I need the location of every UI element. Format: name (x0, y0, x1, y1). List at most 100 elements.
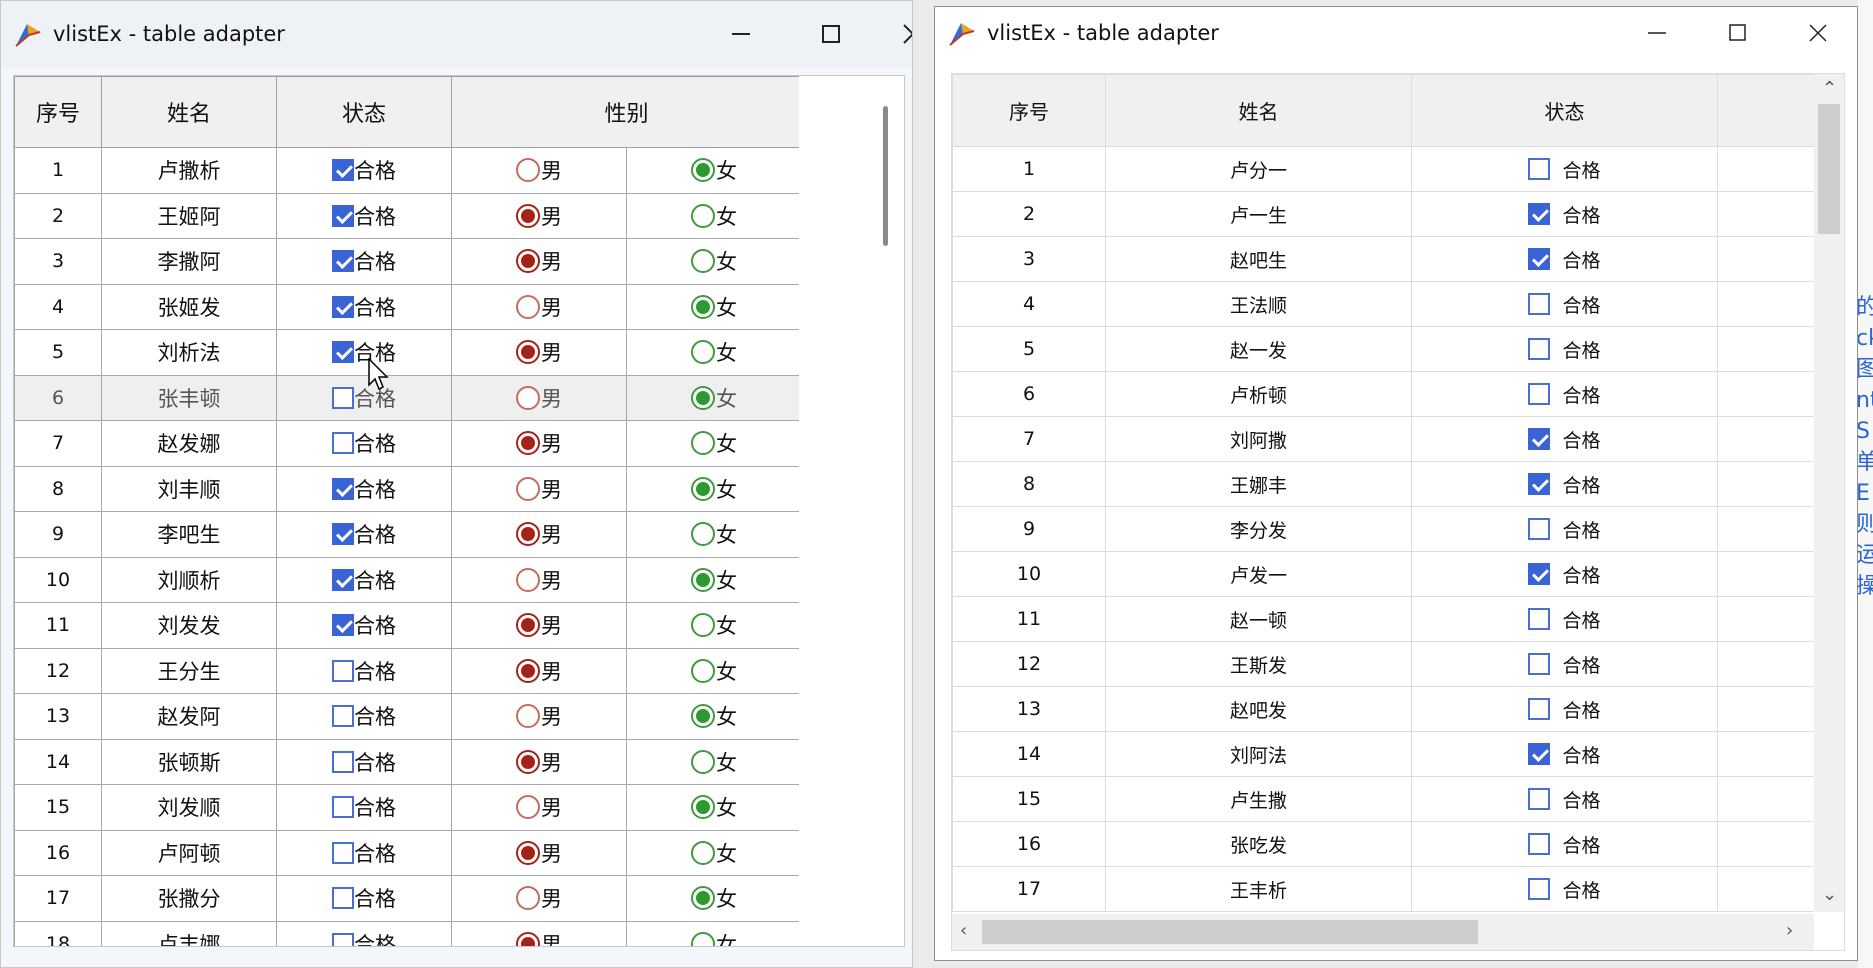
horizontal-scrollbar-thumb[interactable] (982, 920, 1478, 944)
female-radio[interactable] (691, 795, 715, 820)
qualified-checkbox[interactable] (332, 841, 354, 864)
table-row[interactable]: 2 卢一生 合格 (952, 191, 1818, 237)
title-bar[interactable]: vlistEx - table adapter (935, 7, 1857, 59)
male-radio[interactable] (516, 340, 540, 365)
table-row[interactable]: 5 刘析法 合格 男 女 (14, 329, 802, 376)
qualified-checkbox[interactable] (332, 386, 354, 409)
qualified-checkbox[interactable] (1528, 788, 1551, 810)
background-link[interactable]: nt (1858, 385, 1873, 416)
male-radio[interactable] (516, 749, 540, 774)
female-radio[interactable] (691, 567, 715, 592)
male-radio[interactable] (516, 795, 540, 820)
table-row[interactable]: 11 赵一顿 合格 (952, 596, 1818, 642)
table-row[interactable]: 9 李吧生 合格 男 女 (14, 511, 802, 558)
column-header-name[interactable]: 姓名 (101, 76, 277, 148)
vertical-scrollbar[interactable] (799, 76, 901, 946)
minimize-button[interactable] (1617, 7, 1697, 59)
background-link[interactable]: 则 (1858, 509, 1873, 540)
male-radio[interactable] (516, 294, 540, 319)
table-row[interactable]: 8 王娜丰 合格 (952, 461, 1818, 507)
maximize-button[interactable] (791, 1, 871, 67)
background-link[interactable]: ck (1858, 323, 1873, 354)
table-row[interactable]: 10 刘顺析 合格 男 女 (14, 556, 802, 603)
female-radio[interactable] (691, 158, 715, 183)
table-row[interactable]: 12 王分生 合格 男 女 (14, 647, 802, 694)
table-row[interactable]: 3 赵吧生 合格 (952, 236, 1818, 282)
qualified-checkbox[interactable] (1528, 518, 1551, 540)
table-row[interactable]: 11 刘发发 合格 男 女 (14, 602, 802, 649)
table-row[interactable]: 7 赵发娜 合格 男 女 (14, 420, 802, 467)
female-radio[interactable] (691, 294, 715, 319)
column-header-index[interactable]: 序号 (952, 74, 1106, 147)
column-header-status[interactable]: 状态 (276, 76, 452, 148)
table-row[interactable]: 4 张姬发 合格 男 女 (14, 283, 802, 330)
table-row[interactable]: 16 张吃发 合格 (952, 821, 1818, 867)
table-row[interactable]: 15 刘发顺 合格 男 女 (14, 784, 802, 831)
qualified-checkbox[interactable] (332, 796, 354, 819)
table-row[interactable]: 5 赵一发 合格 (952, 326, 1818, 372)
male-radio[interactable] (516, 840, 540, 865)
background-link[interactable]: E (1858, 478, 1873, 509)
table-row[interactable]: 17 张撒分 合格 男 女 (14, 875, 802, 922)
table-row[interactable]: 1 卢分一 合格 (952, 146, 1818, 192)
qualified-checkbox[interactable] (1528, 743, 1551, 765)
vertical-scrollbar-thumb[interactable] (1818, 104, 1840, 234)
qualified-checkbox[interactable] (332, 477, 354, 500)
qualified-checkbox[interactable] (332, 432, 354, 455)
table-row[interactable]: 9 李分发 合格 (952, 506, 1818, 552)
qualified-checkbox[interactable] (1528, 653, 1551, 675)
male-radio[interactable] (516, 522, 540, 547)
male-radio[interactable] (516, 158, 540, 183)
table-row[interactable]: 16 卢阿顿 合格 男 女 (14, 829, 802, 876)
qualified-checkbox[interactable] (1528, 248, 1551, 270)
female-radio[interactable] (691, 704, 715, 729)
qualified-checkbox[interactable] (332, 250, 354, 273)
title-bar[interactable]: vlistEx - table adapter (1, 1, 912, 67)
male-radio[interactable] (516, 476, 540, 501)
qualified-checkbox[interactable] (1528, 383, 1551, 405)
female-radio[interactable] (691, 385, 715, 410)
table-row[interactable]: 17 王丰析 合格 (952, 866, 1818, 912)
scroll-down-arrow-icon[interactable]: ⌄ (1822, 886, 1837, 904)
female-radio[interactable] (691, 476, 715, 501)
female-radio[interactable] (691, 203, 715, 228)
male-radio[interactable] (516, 886, 540, 911)
qualified-checkbox[interactable] (332, 341, 354, 364)
qualified-checkbox[interactable] (1528, 563, 1551, 585)
table-row[interactable]: 6 张丰顿 合格 男 女 (14, 374, 802, 421)
female-radio[interactable] (691, 886, 715, 911)
table-row[interactable]: 2 王姬阿 合格 男 女 (14, 192, 802, 239)
male-radio[interactable] (516, 931, 540, 946)
female-radio[interactable] (691, 340, 715, 365)
table-row[interactable]: 10 卢发一 合格 (952, 551, 1818, 597)
female-radio[interactable] (691, 658, 715, 683)
qualified-checkbox[interactable] (1528, 833, 1551, 855)
female-radio[interactable] (691, 613, 715, 638)
qualified-checkbox[interactable] (332, 659, 354, 682)
table-row[interactable]: 1 卢撒析 合格 男 女 (14, 147, 802, 194)
scrollbar-thumb[interactable] (883, 106, 888, 246)
background-link[interactable]: 操 (1858, 571, 1873, 602)
male-radio[interactable] (516, 249, 540, 274)
background-link[interactable]: 图 (1858, 354, 1873, 385)
table-row[interactable]: 15 卢生撒 合格 (952, 776, 1818, 822)
table-row[interactable]: 13 赵发阿 合格 男 女 (14, 693, 802, 740)
qualified-checkbox[interactable] (1528, 338, 1551, 360)
table-row[interactable]: 18 卢丰娜 合格 男 女 (14, 920, 802, 946)
qualified-checkbox[interactable] (1528, 878, 1551, 900)
male-radio[interactable] (516, 431, 540, 456)
table-row[interactable]: 13 赵吧发 合格 (952, 686, 1818, 732)
table-row[interactable]: 3 李撒阿 合格 男 女 (14, 238, 802, 285)
background-link[interactable]: S (1858, 416, 1873, 447)
table-row[interactable]: 14 张顿斯 合格 男 女 (14, 738, 802, 785)
qualified-checkbox[interactable] (332, 614, 354, 637)
male-radio[interactable] (516, 613, 540, 638)
female-radio[interactable] (691, 749, 715, 774)
female-radio[interactable] (691, 249, 715, 274)
qualified-checkbox[interactable] (1528, 473, 1551, 495)
qualified-checkbox[interactable] (1528, 608, 1551, 630)
minimize-button[interactable] (701, 1, 781, 67)
close-button[interactable] (873, 1, 912, 67)
qualified-checkbox[interactable] (332, 887, 354, 910)
female-radio[interactable] (691, 431, 715, 456)
